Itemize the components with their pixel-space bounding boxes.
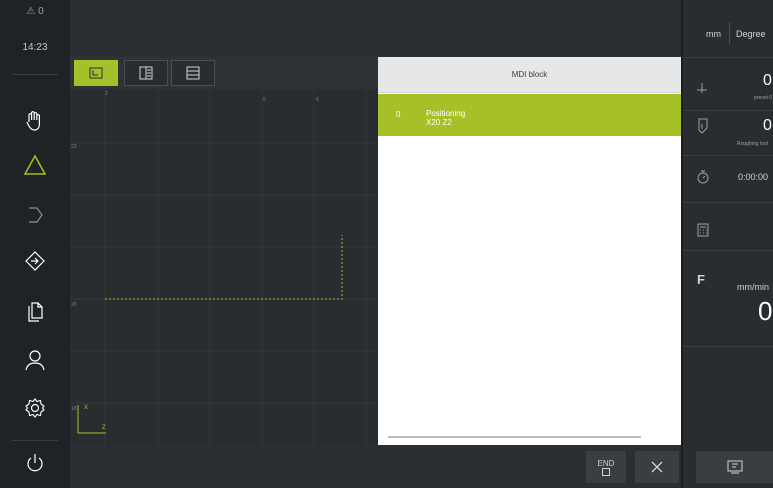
arrow-diamond-icon <box>25 251 45 271</box>
feed-unit: mm/min <box>737 282 769 292</box>
feed-letter: F <box>697 272 705 287</box>
preset-row[interactable] <box>696 83 708 102</box>
split-view-button[interactable] <box>124 60 168 86</box>
sidebar-item-settings[interactable] <box>20 393 50 423</box>
calculator-row[interactable] <box>697 223 709 242</box>
sidebar-item-program-run[interactable] <box>20 200 50 230</box>
square-icon <box>602 467 610 476</box>
hand-icon <box>26 111 40 131</box>
y-tick-label: 20 <box>71 302 77 308</box>
y-tick-label: 18 <box>71 406 77 412</box>
mdi-block-number: 0 <box>396 110 401 119</box>
axis-z-label: Z <box>102 425 106 431</box>
close-button[interactable] <box>635 451 679 483</box>
unit-length[interactable]: mm <box>706 29 721 39</box>
status-divider <box>683 57 773 58</box>
tool-row[interactable] <box>697 118 709 139</box>
status-panel <box>683 0 773 488</box>
end-button[interactable]: END <box>586 451 626 483</box>
end-label: END <box>597 458 615 468</box>
sidebar-item-program-create[interactable] <box>20 246 50 276</box>
unit-divider <box>729 22 730 44</box>
preset-label: preset 0 <box>754 95 773 101</box>
sidebar-item-manual-mode[interactable] <box>20 106 50 136</box>
status-divider <box>683 202 773 203</box>
status-divider <box>683 250 773 251</box>
timer-value: 0:00:00 <box>738 172 769 182</box>
mdi-block-row[interactable] <box>378 94 681 136</box>
program-run-icon <box>29 207 43 223</box>
tool-label: Roughing tool <box>737 141 768 147</box>
screen-icon <box>727 460 742 474</box>
graphic-panel <box>70 57 378 445</box>
clock-time: 14:23 <box>22 42 48 53</box>
unit-angle[interactable]: Degree <box>736 29 766 39</box>
status-divider <box>683 155 773 156</box>
simulation-grid <box>70 89 378 445</box>
gear-icon <box>25 398 45 418</box>
timer-row[interactable] <box>696 170 710 189</box>
tool-icon <box>698 118 708 134</box>
mdi-block-list <box>378 93 681 445</box>
warning-count[interactable]: ⚠ 0 <box>0 6 70 17</box>
power-icon <box>27 454 43 472</box>
list-view-icon <box>186 66 200 80</box>
x-tick-label: 2 <box>105 91 108 97</box>
feed-value: 0 <box>758 296 773 326</box>
sidebar-divider <box>12 440 58 441</box>
calculator-icon <box>697 223 709 237</box>
mdi-block-type: Positioning <box>426 109 466 118</box>
mdi-scrollbar[interactable] <box>388 436 641 438</box>
close-icon <box>651 461 663 473</box>
graphic-view-icon <box>89 67 103 79</box>
list-view-button[interactable] <box>171 60 215 86</box>
sidebar-item-file-management[interactable] <box>20 297 50 327</box>
split-view-icon <box>139 66 153 80</box>
mdi-block-parameters: X20 Z2 <box>426 118 452 127</box>
status-divider <box>683 346 773 347</box>
user-icon <box>25 350 45 371</box>
stopwatch-icon <box>697 170 709 184</box>
sidebar-divider <box>12 74 58 75</box>
x-tick-label: 5 <box>263 97 266 103</box>
axis-x-label: X <box>84 405 89 411</box>
mdi-block-header: MDI block <box>378 57 681 93</box>
y-tick-label: 23 <box>71 144 77 150</box>
sidebar-item-mdi-mode[interactable] <box>20 150 50 180</box>
top-bar <box>70 0 681 57</box>
preset-value: 0 <box>763 72 772 89</box>
sidebar-item-user-login[interactable] <box>20 345 50 375</box>
triangle-icon <box>23 154 47 175</box>
preset-icon <box>697 83 707 93</box>
sidebar-item-power[interactable] <box>20 448 50 478</box>
tool-path <box>105 235 343 300</box>
status-divider <box>683 110 773 111</box>
x-tick-label: 6 <box>316 97 319 103</box>
files-icon <box>28 302 43 322</box>
graphic-view-button[interactable] <box>74 60 118 86</box>
tool-value: 0 <box>763 117 772 134</box>
status-bar-button[interactable] <box>696 451 773 483</box>
